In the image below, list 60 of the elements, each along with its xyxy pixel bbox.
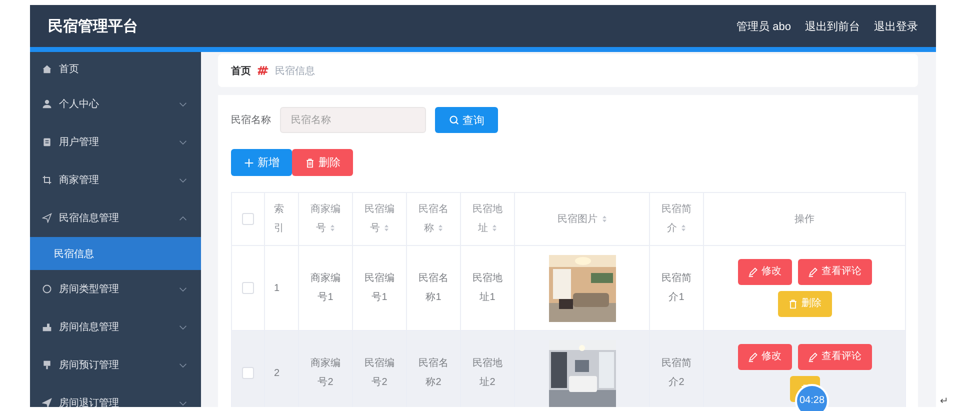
pencil-icon bbox=[748, 352, 758, 362]
sidebar-item[interactable]: 商家管理 bbox=[30, 161, 201, 199]
return-mark: ↵ bbox=[940, 396, 948, 407]
sidebar-item[interactable]: 房间类型管理 bbox=[30, 270, 201, 308]
chart-icon bbox=[42, 322, 52, 332]
crop-icon bbox=[42, 175, 52, 185]
sort-icon[interactable] bbox=[602, 214, 606, 223]
row-checkbox[interactable] bbox=[242, 366, 254, 379]
sort-icon[interactable] bbox=[681, 224, 686, 232]
search-button[interactable]: 查询 bbox=[435, 107, 498, 133]
chevron-icon bbox=[179, 178, 187, 182]
delete-button[interactable]: 删除 bbox=[292, 149, 353, 176]
view-comments-button[interactable]: 查看评论 bbox=[798, 259, 872, 285]
sidebar-item[interactable]: 房间信息管理 bbox=[30, 308, 201, 346]
app-title: 民宿管理平台 bbox=[48, 16, 138, 36]
pencil-icon bbox=[808, 267, 818, 277]
sidebar-item[interactable]: 房间预订管理 bbox=[30, 346, 201, 384]
chevron-icon bbox=[179, 324, 187, 330]
search-field[interactable]: 民宿名称 bbox=[280, 107, 426, 133]
sidebar-subitem[interactable]: 民宿信息 bbox=[30, 237, 201, 270]
sign-icon bbox=[42, 360, 52, 370]
clipboard-icon bbox=[42, 137, 52, 147]
chevron-icon bbox=[179, 362, 187, 368]
sidebar-item[interactable]: 房间退订管理 bbox=[30, 384, 201, 407]
header-link[interactable]: 管理员 abo bbox=[736, 18, 791, 34]
home-icon bbox=[42, 64, 52, 74]
header-link[interactable]: 退出登录 bbox=[874, 18, 918, 34]
separator-icon bbox=[257, 65, 269, 76]
chevron-icon bbox=[179, 102, 187, 106]
user-icon bbox=[42, 99, 52, 109]
plus-icon bbox=[244, 158, 254, 168]
search-icon bbox=[448, 115, 458, 125]
sidebar-item[interactable]: 民宿信息管理 bbox=[30, 199, 201, 237]
breadcrumb-item[interactable]: 首页 bbox=[231, 64, 251, 78]
row-checkbox[interactable] bbox=[242, 282, 254, 294]
pencil-icon bbox=[808, 352, 818, 362]
compass-icon bbox=[42, 284, 52, 294]
sort-icon[interactable] bbox=[438, 224, 443, 232]
sort-icon[interactable] bbox=[492, 224, 497, 232]
chevron-icon bbox=[179, 140, 187, 144]
sidebar-item[interactable]: 个人中心 bbox=[30, 85, 201, 123]
sort-icon[interactable] bbox=[384, 224, 389, 232]
header-link[interactable]: 退出到前台 bbox=[805, 18, 860, 34]
select-all-checkbox[interactable] bbox=[242, 212, 254, 225]
send-icon bbox=[42, 398, 52, 407]
view-comments-button[interactable]: 查看评论 bbox=[798, 344, 872, 370]
chevron-icon bbox=[179, 400, 187, 406]
edit-button[interactable]: 修改 bbox=[738, 344, 792, 370]
chevron-icon bbox=[179, 286, 187, 292]
sidebar-item[interactable]: 用户管理 bbox=[30, 123, 201, 161]
send-icon bbox=[42, 213, 52, 223]
sidebar-item[interactable]: 首页 bbox=[30, 52, 201, 85]
chevron-icon bbox=[179, 216, 187, 220]
add-button[interactable]: 新增 bbox=[231, 149, 292, 176]
breadcrumb-item: 民宿信息 bbox=[275, 64, 315, 78]
pencil-icon bbox=[748, 267, 758, 277]
sort-icon[interactable] bbox=[330, 224, 335, 232]
table-row[interactable]: 1 商家编号1 民宿编号1 民宿名称1 民宿地址1 民宿简介1 修改 查看评论 删除 bbox=[232, 246, 906, 330]
field-label: 民宿名称 bbox=[231, 114, 271, 127]
edit-button[interactable]: 修改 bbox=[738, 259, 792, 285]
